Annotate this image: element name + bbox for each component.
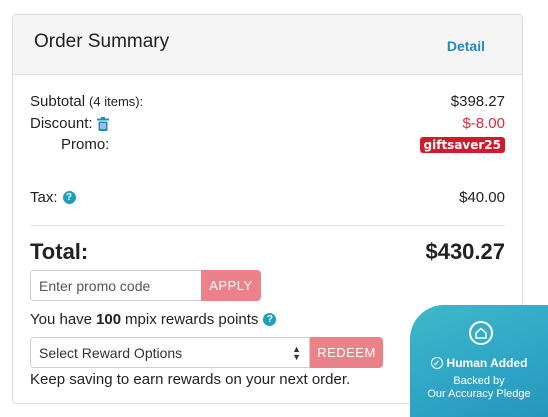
promo-code-badge: giftsaver25: [419, 136, 505, 153]
discount-row: Discount: $-8.00: [30, 115, 505, 132]
rewards-prefix: You have: [30, 311, 93, 328]
discount-label: Discount:: [30, 115, 93, 132]
tax-value: $40.00: [459, 189, 505, 206]
accuracy-pledge-badge[interactable]: ✓ Human Added Backed by Our Accuracy Ple…: [410, 305, 548, 417]
apply-button[interactable]: APPLY: [201, 270, 261, 301]
subtotal-label: Subtotal: [30, 93, 86, 110]
pledge-line-2: Our Accuracy Pledge: [427, 388, 531, 400]
total-value: $430.27: [425, 239, 505, 264]
reward-options-select[interactable]: Select Reward Options ▲ ▼: [30, 337, 310, 368]
redeem-button[interactable]: REDEEM: [310, 337, 383, 368]
tax-row: Tax: ? $40.00: [30, 189, 505, 206]
pledge-line-1: Backed by: [453, 375, 505, 387]
subtotal-row: Subtotal (4 items): $398.27: [30, 93, 505, 110]
pledge-title-text: Human Added: [446, 356, 528, 370]
promo-code-input[interactable]: [30, 270, 202, 301]
reward-select-value: Select Reward Options: [39, 344, 183, 361]
shield-home-icon: [469, 321, 493, 345]
detail-link[interactable]: Detail: [447, 38, 485, 54]
select-arrows-icon: ▲ ▼: [292, 343, 301, 362]
pledge-title: ✓ Human Added: [410, 356, 548, 370]
rewards-points-text: You have 100 mpix rewards points ?: [30, 311, 277, 328]
subtotal-value: $398.27: [450, 93, 505, 110]
help-icon[interactable]: ?: [263, 313, 277, 326]
rewards-points: 100: [96, 311, 122, 328]
card-header: Order Summary Detail: [13, 15, 522, 75]
divider: [30, 225, 505, 226]
keep-saving-text: Keep saving to earn rewards on your next…: [30, 371, 351, 388]
help-icon[interactable]: ?: [62, 191, 76, 204]
subtotal-items-note: (4 items):: [89, 94, 144, 109]
tax-label: Tax:: [30, 189, 58, 206]
pledge-subtitle: Backed by Our Accuracy Pledge: [410, 375, 548, 401]
promo-row: Promo: giftsaver25: [61, 136, 505, 153]
total-row: Total: $430.27: [30, 239, 505, 265]
promo-label: Promo:: [61, 136, 110, 153]
discount-value: $-8.00: [462, 115, 505, 132]
trash-icon[interactable]: [96, 116, 109, 131]
total-label: Total:: [30, 239, 89, 264]
check-circle-icon: ✓: [430, 357, 443, 369]
page-title: Order Summary: [34, 31, 170, 52]
rewards-suffix: mpix rewards points: [125, 311, 259, 328]
